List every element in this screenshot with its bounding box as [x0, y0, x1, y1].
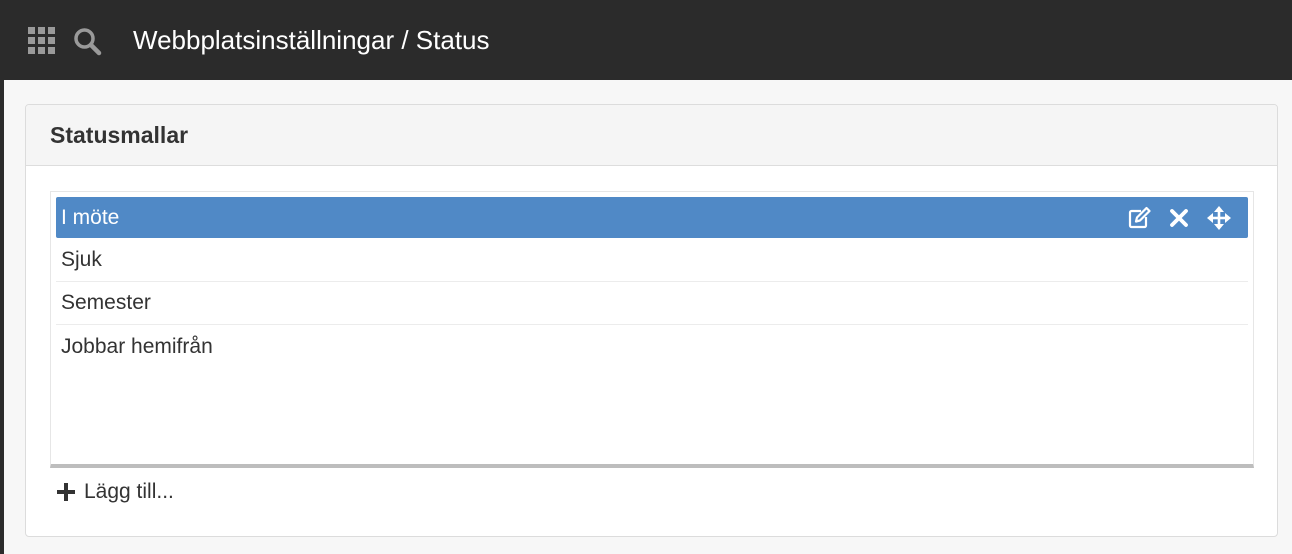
- edit-icon[interactable]: [1126, 205, 1152, 231]
- move-icon[interactable]: [1206, 205, 1232, 231]
- search-icon[interactable]: [72, 26, 102, 56]
- list-item-label: Jobbar hemifrån: [61, 334, 213, 358]
- page-title: Webbplatsinställningar / Status: [133, 25, 490, 55]
- list-item-label: Semester: [61, 291, 151, 314]
- panel-title: Statusmallar: [50, 121, 189, 148]
- add-label: Lägg till...: [84, 480, 174, 503]
- list-item-label: I möte: [61, 205, 120, 229]
- plus-icon: [57, 483, 75, 501]
- list-item[interactable]: Semester: [56, 282, 1248, 325]
- list-item[interactable]: Jobbar hemifrån: [56, 325, 1248, 368]
- top-bar: Webbplatsinställningar / Status: [0, 0, 1292, 80]
- list-item-selected[interactable]: I möte: [56, 197, 1248, 238]
- list-item-label: Sjuk: [61, 248, 102, 271]
- panel-heading: Statusmallar: [26, 105, 1277, 166]
- list-item[interactable]: Sjuk: [56, 239, 1248, 282]
- left-edge-strip: [0, 0, 4, 554]
- add-status-button[interactable]: Lägg till...: [56, 477, 174, 507]
- item-actions: [1126, 197, 1232, 238]
- status-list: I möte Sjuk Semester Jobbar hemifrån: [50, 191, 1254, 468]
- apps-grid-icon[interactable]: [28, 27, 55, 54]
- close-icon[interactable]: [1166, 205, 1192, 231]
- status-templates-panel: Statusmallar I möte Sjuk Semester Jobbar…: [25, 104, 1278, 537]
